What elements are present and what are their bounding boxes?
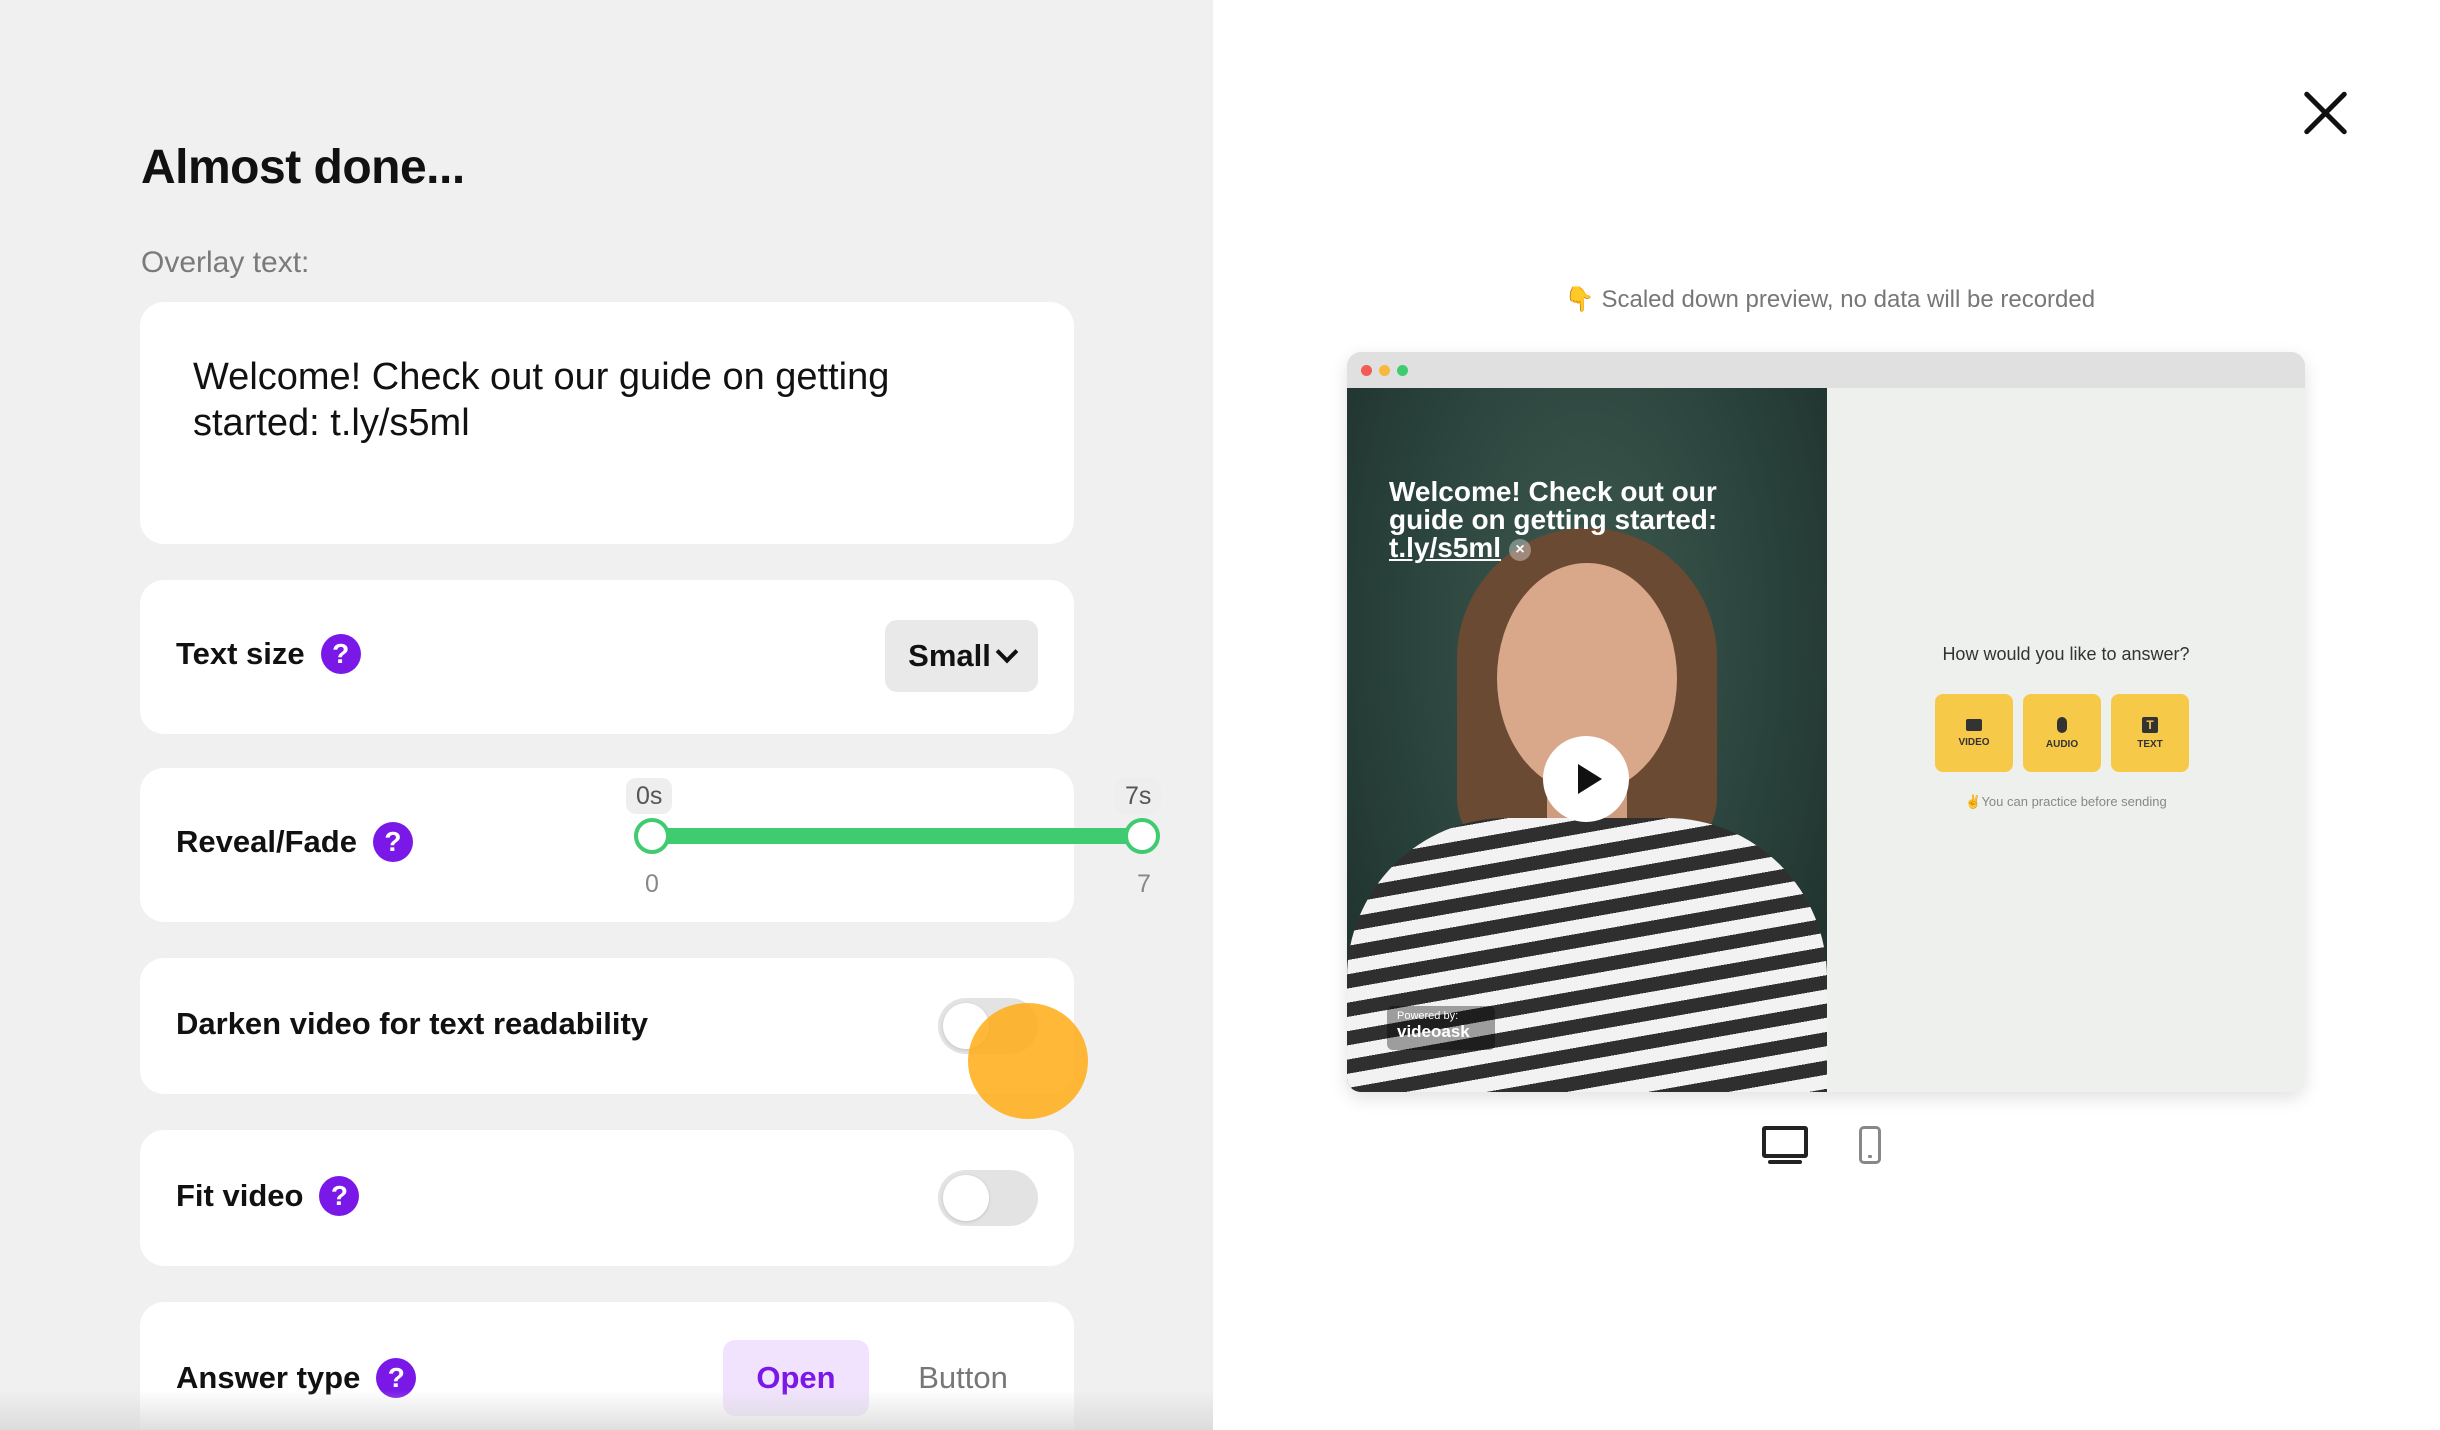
desktop-stand xyxy=(1768,1160,1802,1164)
brand-logo: videoask xyxy=(1397,1022,1470,1041)
reveal-fade-label: Reveal/Fade xyxy=(176,824,357,859)
answer-text-label: TEXT xyxy=(2137,738,2163,750)
preview-video[interactable]: Welcome! Check out our guide on getting … xyxy=(1347,388,1827,1092)
reveal-fade-slider[interactable]: 0s 7s 0 7 xyxy=(512,768,1162,922)
darken-video-label: Darken video for text readability xyxy=(176,1006,649,1041)
slider-max-label: 7 xyxy=(1137,870,1151,898)
play-icon[interactable] xyxy=(1543,736,1629,822)
slider-track[interactable] xyxy=(652,828,1142,844)
mobile-icon[interactable] xyxy=(1859,1126,1881,1164)
scroll-fade xyxy=(0,1390,1213,1430)
text-size-row: Text size ? Small xyxy=(140,580,1074,734)
answer-video-button[interactable]: VIDEO xyxy=(1935,694,2013,772)
window-maximize-dot-icon xyxy=(1397,365,1408,376)
browser-bar xyxy=(1347,352,2305,388)
overlay-text-card[interactable]: Welcome! Check out our guide on getting … xyxy=(140,302,1074,544)
close-icon[interactable] xyxy=(2300,88,2350,138)
answer-text-button[interactable]: T TEXT xyxy=(2111,694,2189,772)
fit-video-toggle[interactable] xyxy=(938,1170,1038,1226)
slider-end-tooltip: 7s xyxy=(1115,778,1162,814)
video-overlay-text: Welcome! Check out our guide on getting … xyxy=(1389,478,1789,562)
video-overlay-main: Welcome! Check out our guide on getting … xyxy=(1389,476,1718,535)
text-icon: T xyxy=(2142,716,2158,733)
fit-video-label: Fit video xyxy=(176,1178,304,1213)
desktop-screen xyxy=(1762,1126,1808,1158)
window-minimize-dot-icon xyxy=(1379,365,1390,376)
desktop-icon[interactable] xyxy=(1762,1126,1808,1164)
preview-window: Welcome! Check out our guide on getting … xyxy=(1347,352,2305,1092)
text-size-select[interactable]: Small xyxy=(885,620,1038,692)
window-close-dot-icon xyxy=(1361,365,1372,376)
answer-audio-button[interactable]: AUDIO xyxy=(2023,694,2101,772)
slider-start-handle[interactable] xyxy=(634,818,670,854)
reveal-fade-help-icon[interactable]: ? xyxy=(372,822,413,862)
slider-min-label: 0 xyxy=(645,870,659,898)
text-size-help-icon[interactable]: ? xyxy=(320,634,361,674)
text-size-value: Small xyxy=(908,638,991,673)
preview-note: 👇 Scaled down preview, no data will be r… xyxy=(1564,286,2096,313)
powered-by-label: Powered by: xyxy=(1397,1010,1459,1022)
chevron-down-icon xyxy=(995,640,1019,664)
settings-panel: Almost done... Overlay text: Welcome! Ch… xyxy=(0,0,1213,1430)
overlay-text-label: Overlay text: xyxy=(141,246,310,279)
overlay-dismiss-icon[interactable]: × xyxy=(1509,538,1532,561)
pointer-cursor-icon xyxy=(968,1003,1088,1119)
overlay-text-input[interactable]: Welcome! Check out our guide on getting … xyxy=(193,354,993,446)
darken-video-row: Darken video for text readability xyxy=(140,958,1074,1094)
fit-video-help-icon[interactable]: ? xyxy=(319,1176,360,1216)
toggle-knob xyxy=(943,1175,989,1221)
powered-by-badge: Powered by: videoask xyxy=(1387,1006,1495,1050)
slider-end-handle[interactable] xyxy=(1124,818,1160,854)
video-person-shirt xyxy=(1347,818,1827,1092)
page-title: Almost done... xyxy=(141,141,465,194)
answer-question: How would you like to answer? xyxy=(1942,644,2190,664)
video-camera-icon xyxy=(1966,718,1982,731)
reveal-fade-row: Reveal/Fade ? 0s 7s 0 7 xyxy=(140,768,1162,922)
answer-audio-label: AUDIO xyxy=(2045,738,2079,750)
practice-note: ✌️You can practice before sending xyxy=(1965,794,2167,809)
answer-buttons: VIDEO AUDIO T TEXT xyxy=(1935,694,2189,772)
slider-start-tooltip: 0s xyxy=(626,778,673,814)
microphone-icon xyxy=(2057,716,2067,733)
video-overlay-link[interactable]: t.ly/s5ml xyxy=(1389,532,1501,563)
answer-video-label: VIDEO xyxy=(1958,736,1990,748)
text-size-label: Text size xyxy=(176,636,305,671)
fit-video-row: Fit video ? xyxy=(140,1130,1074,1266)
answer-area: How would you like to answer? VIDEO AUDI… xyxy=(1827,388,2305,1092)
